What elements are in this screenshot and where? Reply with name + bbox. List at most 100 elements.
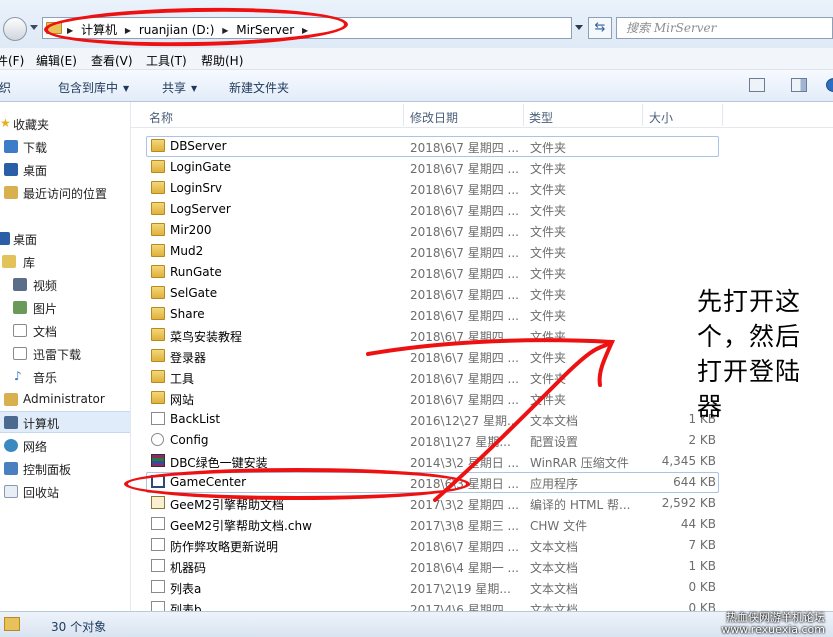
breadcrumb-item-computer[interactable]: 计算机 (81, 23, 117, 37)
text-file-icon (151, 517, 165, 530)
nav-item-thunder-downloads[interactable]: 迅雷下载 (0, 343, 130, 365)
menu-edit[interactable]: 编辑(E) (36, 52, 77, 69)
file-row-gamecenter[interactable]: GameCenter 2018\6\3 星期日 ... 应用程序 644 KB (131, 472, 833, 493)
folder-icon (151, 160, 165, 173)
refresh-button[interactable]: ⇆ (588, 17, 612, 39)
file-row-mir200[interactable]: Mir200 2018\6\7 星期四 ... 文件夹 (131, 220, 833, 241)
control-panel-icon (4, 462, 18, 475)
video-icon (13, 278, 27, 291)
folder-icon (151, 328, 165, 341)
menu-bar: 件(F) 编辑(E) 查看(V) 工具(T) 帮助(H) (0, 48, 833, 70)
file-row-mud2[interactable]: Mud2 2018\6\7 星期四 ... 文件夹 (131, 241, 833, 262)
nav-item-recycle-bin[interactable]: 回收站 (0, 481, 130, 503)
text-file-icon (151, 580, 165, 593)
breadcrumb: ▶ 计算机 ▶ ruanjian (D:) ▶ MirServer ▶ (67, 21, 312, 38)
nav-item-administrator[interactable]: Administrator (0, 389, 130, 411)
nav-item-videos[interactable]: 视频 (0, 274, 130, 296)
column-header-name[interactable]: 名称 (149, 109, 173, 126)
nav-item-music[interactable]: ♪ 音乐 (0, 366, 130, 388)
nav-item-network[interactable]: 网络 (0, 435, 130, 457)
column-header-row: 名称 修改日期 类型 大小 (131, 102, 833, 128)
preview-pane-icon[interactable] (791, 78, 807, 92)
nav-item-favorites[interactable]: ★ 收藏夹 (0, 113, 130, 135)
new-folder-button[interactable]: 新建文件夹 (229, 79, 289, 96)
thunder-icon (13, 347, 27, 360)
file-row-geem2-help[interactable]: GeeM2引擎帮助文档 2017\3\2 星期四 ... 编译的 HTML 帮.… (131, 493, 833, 514)
folder-icon (151, 286, 165, 299)
address-dropdown-icon[interactable] (575, 25, 583, 30)
chevron-right-icon[interactable]: ▶ (302, 26, 308, 35)
address-input[interactable]: ▶ 计算机 ▶ ruanjian (D:) ▶ MirServer ▶ (42, 17, 572, 39)
status-bar: 30 个对象 热血侠网游单机论坛 www.rexuexia.com (0, 611, 833, 637)
text-file-icon (151, 412, 165, 425)
nav-item-control-panel[interactable]: 控制面板 (0, 458, 130, 480)
recent-icon (4, 186, 18, 199)
folder-icon (151, 244, 165, 257)
include-in-library-button[interactable]: 包含到库中 ▼ (58, 79, 129, 96)
star-icon: ★ (0, 116, 11, 130)
desktop-icon (0, 232, 10, 245)
nav-item-documents[interactable]: 文档 (0, 320, 130, 342)
nav-item-downloads[interactable]: 下载 (0, 136, 130, 158)
breadcrumb-item-drive[interactable]: ruanjian (D:) (139, 23, 215, 37)
column-divider[interactable] (722, 104, 723, 126)
folder-icon (46, 22, 62, 34)
chevron-right-icon[interactable]: ▶ (125, 26, 131, 35)
column-header-size[interactable]: 大小 (649, 109, 673, 126)
file-row-config[interactable]: Config 2018\1\27 星期... 配置设置 2 KB (131, 430, 833, 451)
app-icon (151, 475, 165, 488)
folder-icon (4, 617, 20, 631)
folder-icon (151, 391, 165, 404)
help-icon[interactable] (826, 78, 833, 92)
search-input[interactable]: 搜索 MirServer (616, 17, 833, 39)
file-row-geem2-chw[interactable]: GeeM2引擎帮助文档.chw 2017\3\8 星期三 ... CHW 文件 … (131, 514, 833, 535)
nav-item-desktop-root[interactable]: 桌面 (0, 228, 130, 250)
folder-icon (151, 349, 165, 362)
chevron-right-icon[interactable]: ▶ (67, 26, 73, 35)
back-button[interactable] (3, 17, 27, 41)
column-header-date[interactable]: 修改日期 (410, 109, 458, 126)
folder-icon (151, 307, 165, 320)
file-row-list-a[interactable]: 列表a 2017\2\19 星期... 文本文档 0 KB (131, 577, 833, 598)
column-divider[interactable] (642, 104, 643, 126)
menu-help[interactable]: 帮助(H) (201, 52, 243, 69)
file-row-anticheat-notes[interactable]: 防作弊攻略更新说明 2018\6\7 星期四 ... 文本文档 7 KB (131, 535, 833, 556)
picture-icon (13, 301, 27, 314)
file-row-loginsrv[interactable]: LoginSrv 2018\6\7 星期四 ... 文件夹 (131, 178, 833, 199)
nav-item-libraries[interactable]: 库 (0, 251, 130, 273)
nav-item-computer[interactable]: 计算机 (0, 411, 130, 433)
history-dropdown-icon[interactable] (30, 25, 38, 30)
user-icon (4, 393, 18, 406)
chevron-down-icon: ▼ (191, 84, 198, 93)
view-options-icon[interactable] (749, 78, 765, 92)
nav-item-recent-places[interactable]: 最近访问的位置 (0, 182, 130, 204)
nav-item-desktop[interactable]: 桌面 (0, 159, 130, 181)
folder-icon (151, 265, 165, 278)
folder-icon (151, 202, 165, 215)
menu-tools[interactable]: 工具(T) (146, 52, 187, 69)
item-count: 30 个对象 (51, 620, 107, 634)
chm-file-icon (151, 496, 165, 509)
file-row-dbc-installer[interactable]: DBC绿色一键安装 2014\3\2 星期日 ... WinRAR 压缩文件 4… (131, 451, 833, 472)
menu-view[interactable]: 查看(V) (91, 52, 133, 69)
breadcrumb-item-folder[interactable]: MirServer (236, 23, 294, 37)
file-row-logserver[interactable]: LogServer 2018\6\7 星期四 ... 文件夹 (131, 199, 833, 220)
column-divider[interactable] (403, 104, 404, 126)
organize-button[interactable]: 织 (0, 79, 11, 96)
chevron-right-icon[interactable]: ▶ (222, 26, 228, 35)
nav-item-pictures[interactable]: 图片 (0, 297, 130, 319)
menu-file[interactable]: 件(F) (0, 52, 24, 69)
library-icon (2, 255, 16, 268)
desktop-icon (4, 163, 18, 176)
navigation-pane: ★ 收藏夹 下载 桌面 最近访问的位置 桌面 库 视频 图片 文档 迅雷下载 ♪… (0, 102, 131, 611)
file-row-rungate[interactable]: RunGate 2018\6\7 星期四 ... 文件夹 (131, 262, 833, 283)
document-icon (13, 324, 27, 337)
config-file-icon (151, 433, 164, 446)
file-row-logingate[interactable]: LoginGate 2018\6\7 星期四 ... 文件夹 (131, 157, 833, 178)
recycle-bin-icon (4, 485, 18, 498)
file-row-dbserver[interactable]: DBServer 2018\6\7 星期四 ... 文件夹 (131, 136, 833, 157)
column-header-type[interactable]: 类型 (529, 109, 553, 126)
share-button[interactable]: 共享 ▼ (162, 79, 197, 96)
column-divider[interactable] (523, 104, 524, 126)
file-row-machine-code[interactable]: 机器码 2018\6\4 星期一 ... 文本文档 1 KB (131, 556, 833, 577)
